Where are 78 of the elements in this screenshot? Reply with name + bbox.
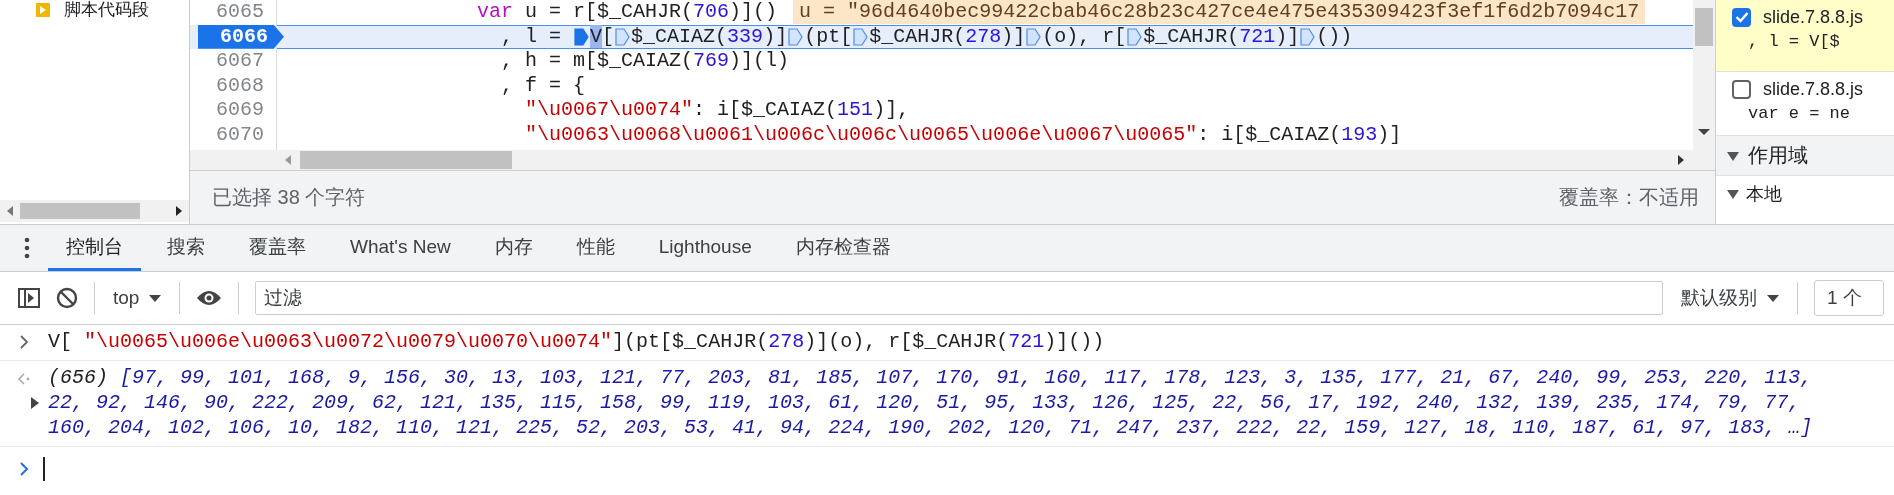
inline-breakpoint-icon[interactable] [853, 27, 869, 46]
code-text: $_CAHJR(721)] [1143, 24, 1300, 49]
line-number[interactable]: 6068 [216, 73, 276, 98]
console-text: 160, 204, 102, 106, 10, 182, 110, 121, 225, 52, 203, 53, 41, 94, 224, 190, 202, 120, 71, 247, 237, 222, 22, 159, 127, 18, 110, 187, 61, 97, 183, …] [48, 415, 1813, 440]
scope-section-header[interactable]: 作用域 [1716, 136, 1894, 176]
line-number[interactable]: 6065 [216, 0, 276, 25]
code-text: , h = m[$_CAIAZ(769)](l) [501, 49, 790, 74]
code-text: ()) [1316, 24, 1353, 49]
more-options-icon[interactable] [24, 237, 30, 259]
snippet-icon [36, 3, 50, 17]
console-text: (656) [97, 99, 101, 168, 9, 156, 30, 13, 103, 121, 77, 203, 81, 185, 107, 170, 91, 160, 117, 178, 123, 3, 135, 177, 21, 67, 240, 99, 253, 220, 113, [48, 365, 1813, 390]
code-text: $_CAHJR(278)] [869, 24, 1026, 49]
drawer-tab[interactable]: 搜索 [149, 225, 223, 271]
inline-breakpoint-icon[interactable] [1300, 27, 1316, 46]
breakpoint-file: slide.7.8.8.js [1763, 6, 1864, 29]
scroll-right-icon[interactable] [175, 206, 183, 216]
scroll-left-icon[interactable] [284, 155, 292, 165]
inline-breakpoint-icon[interactable] [1026, 27, 1042, 46]
code-text: , l = [501, 24, 563, 49]
eye-icon[interactable] [196, 290, 223, 306]
paused-breakpoint-row[interactable]: slide.7.8.8.js , l = V[$ [1716, 0, 1894, 72]
scrollbar-thumb[interactable] [20, 203, 140, 219]
code-text: var u = r[$_CAHJR(706)]() [477, 0, 778, 25]
drawer-tab[interactable]: What's New [332, 225, 469, 271]
inline-value: u = "96d4640bec99422cbab46c28b23c427ce4e475e435309423f3ef1f6d2b7094c17 [793, 0, 1646, 25]
code-text: (pt[ [804, 24, 853, 49]
drawer-tab[interactable]: 覆盖率 [231, 225, 324, 271]
sidebar-item[interactable]: 脚本代码段 [64, 0, 149, 20]
scroll-left-icon[interactable] [6, 206, 14, 216]
checkbox[interactable] [1732, 7, 1751, 27]
log-level-dropdown[interactable]: 默认级别 [1679, 281, 1781, 315]
drawer-tab[interactable]: 控制台 [48, 225, 141, 271]
scroll-right-icon[interactable] [1677, 155, 1685, 165]
scrollbar-thumb[interactable] [300, 151, 512, 169]
horizontal-scrollbar[interactable] [190, 150, 1715, 171]
clear-console-icon[interactable] [56, 287, 78, 309]
code-text: "\u0067\u0074": i[$_CAIAZ(151)], [525, 98, 910, 123]
input-prompt-icon [19, 335, 29, 349]
line-number[interactable]: 6070 [216, 122, 276, 147]
expand-icon[interactable] [30, 396, 40, 409]
prompt-icon [20, 462, 29, 476]
line-number[interactable]: 6066 [198, 24, 284, 49]
console-text: V[ "\u0065\u006e\u0063\u0072\u0079\u0070\u0074"](pt[$_CAHJR(278)](o), r[$_CAHJR(721)]()) [48, 329, 1105, 354]
collapse-icon[interactable] [1726, 188, 1740, 200]
breakpoint-code: , l = V[$ [1748, 31, 1841, 53]
scrollbar-thumb[interactable] [1695, 8, 1713, 46]
sidebar-toggle-icon[interactable] [18, 288, 40, 308]
scroll-down-icon[interactable] [1698, 128, 1710, 136]
console-text: 22, 92, 146, 90, 222, 209, 62, 121, 135, 115, 158, 99, 119, 103, 61, 120, 51, 95, 133, 126, 125, 22, 56, 17, 192, 240, 132, 139, 235, 174, 79, 77, [48, 390, 1801, 415]
caret-icon [149, 293, 162, 303]
line-number[interactable]: 6067 [216, 49, 276, 74]
context-dropdown[interactable]: top [111, 283, 164, 313]
inline-breakpoint-icon[interactable] [574, 27, 590, 46]
code-text: (o), r[ [1042, 24, 1127, 49]
result-arrow-icon [17, 373, 31, 385]
code-text: , f = { [501, 73, 586, 98]
checkbox[interactable] [1732, 79, 1751, 99]
scope-label[interactable]: 本地 [1746, 182, 1782, 206]
vertical-scrollbar[interactable] [1693, 0, 1715, 150]
caret-icon [1767, 293, 1779, 303]
line-number[interactable]: 6069 [216, 98, 276, 123]
drawer-tab[interactable]: 性能 [558, 225, 633, 271]
coverage-status: 覆盖率：不适用 [1559, 185, 1699, 210]
filter-field[interactable]: 过滤 [255, 281, 1663, 315]
code-text: $_CAIAZ(339)] [631, 24, 788, 49]
breakpoint-code: var e = ne [1748, 103, 1852, 125]
inline-breakpoint-icon[interactable] [1127, 27, 1143, 46]
inline-breakpoint-icon[interactable] [615, 27, 631, 46]
inline-breakpoint-icon[interactable] [788, 27, 804, 46]
drawer-tab[interactable]: Lighthouse [640, 225, 770, 271]
breakpoint-file: slide.7.8.8.js [1763, 78, 1864, 101]
horizontal-scrollbar[interactable] [0, 200, 189, 222]
drawer-tab[interactable]: 内存检查器 [777, 225, 909, 271]
code-text: V[ [590, 24, 615, 49]
selection-status: 已选择 38 个字符 [212, 185, 366, 210]
issues-button[interactable]: 1 个 [1814, 280, 1884, 316]
code-text: "\u0063\u0068\u0061\u006c\u006c\u0065\u006e\u0067\u0065": i[$_CAIAZ(193)] [525, 122, 1402, 147]
drawer-tab[interactable]: 内存 [476, 225, 551, 271]
